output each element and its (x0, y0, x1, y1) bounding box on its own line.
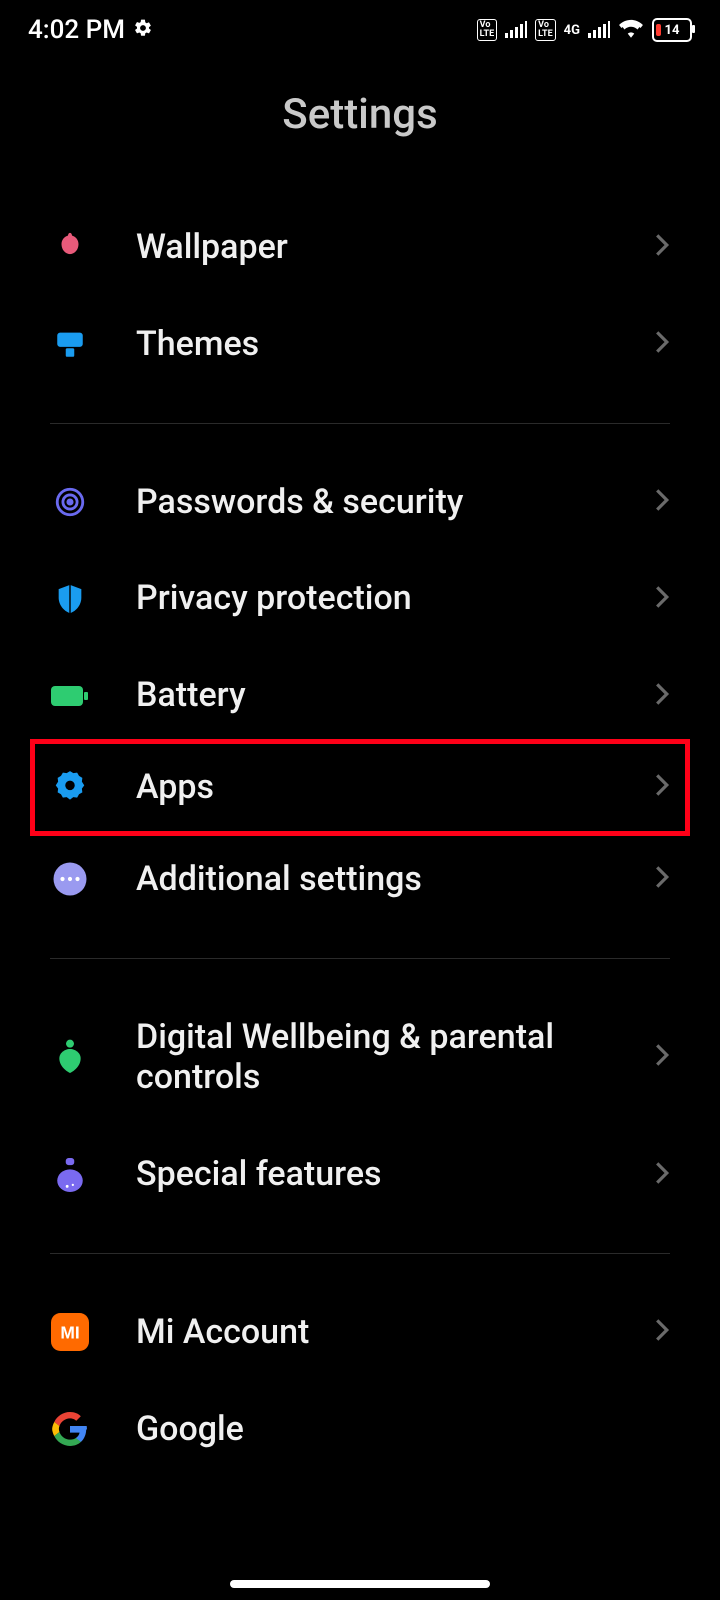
shield-icon (50, 579, 90, 619)
wallpaper-icon (50, 227, 90, 267)
settings-item-label: Privacy protection (136, 578, 654, 619)
settings-item-apps[interactable]: Apps (30, 739, 690, 836)
settings-item-label: Wallpaper (136, 227, 654, 268)
mi-logo-icon: MI (50, 1312, 90, 1352)
fingerprint-icon (50, 482, 90, 522)
settings-item-google[interactable]: Google (0, 1381, 720, 1450)
settings-item-battery[interactable]: Battery (0, 647, 720, 744)
chevron-right-icon (654, 329, 670, 359)
wifi-icon (618, 15, 644, 45)
settings-item-additional-settings[interactable]: Additional settings (0, 831, 720, 928)
volte-icon-1: VoLTE (477, 19, 498, 41)
chevron-right-icon (654, 232, 670, 262)
signal-icon-2 (588, 15, 610, 45)
settings-item-label: Apps (136, 767, 654, 808)
volte-icon-2: VoLTE (535, 19, 556, 41)
status-time: 4:02 PM (28, 15, 125, 45)
chevron-right-icon (654, 487, 670, 517)
settings-item-passwords-security[interactable]: Passwords & security (0, 454, 720, 551)
settings-item-digital-wellbeing[interactable]: Digital Wellbeing & parental controls (0, 989, 720, 1127)
settings-item-mi-account[interactable]: MI Mi Account (0, 1284, 720, 1381)
settings-list: Wallpaper Themes Passwords & security Pr… (0, 199, 720, 1450)
chevron-right-icon (654, 1160, 670, 1190)
settings-item-privacy-protection[interactable]: Privacy protection (0, 550, 720, 647)
more-icon (50, 859, 90, 899)
settings-item-wallpaper[interactable]: Wallpaper (0, 199, 720, 296)
settings-item-label: Special features (136, 1154, 654, 1195)
status-right: VoLTE VoLTE 4G 14 (477, 15, 692, 45)
network-label: 4G (564, 24, 580, 37)
divider (50, 423, 670, 424)
chevron-right-icon (654, 864, 670, 894)
settings-item-label: Mi Account (136, 1312, 654, 1353)
settings-item-special-features[interactable]: Special features (0, 1126, 720, 1223)
signal-icon-1 (505, 15, 527, 45)
page-title: Settings (0, 60, 720, 199)
settings-item-label: Additional settings (136, 859, 654, 900)
settings-item-label: Passwords & security (136, 482, 654, 523)
themes-icon (50, 324, 90, 364)
apps-gear-icon (50, 767, 90, 807)
google-logo-icon (50, 1409, 90, 1449)
chevron-right-icon (654, 772, 670, 802)
settings-item-label: Digital Wellbeing & parental controls (136, 1017, 654, 1099)
chevron-right-icon (654, 1317, 670, 1347)
battery-icon (50, 676, 90, 716)
settings-item-label: Google (136, 1409, 670, 1450)
chevron-right-icon (654, 681, 670, 711)
status-bar: 4:02 PM VoLTE VoLTE 4G 14 (0, 0, 720, 60)
battery-icon: 14 (652, 18, 692, 42)
settings-item-label: Battery (136, 675, 654, 716)
chevron-right-icon (654, 584, 670, 614)
chevron-right-icon (654, 1042, 670, 1072)
settings-item-label: Themes (136, 324, 654, 365)
settings-item-themes[interactable]: Themes (0, 296, 720, 393)
divider (50, 1253, 670, 1254)
settings-gear-icon (133, 15, 153, 45)
navigation-handle[interactable] (230, 1580, 490, 1588)
wellbeing-icon (50, 1037, 90, 1077)
divider (50, 958, 670, 959)
status-left: 4:02 PM (28, 15, 153, 45)
flask-icon (50, 1155, 90, 1195)
battery-percent: 14 (654, 23, 690, 38)
svg-text:MI: MI (60, 1323, 79, 1343)
